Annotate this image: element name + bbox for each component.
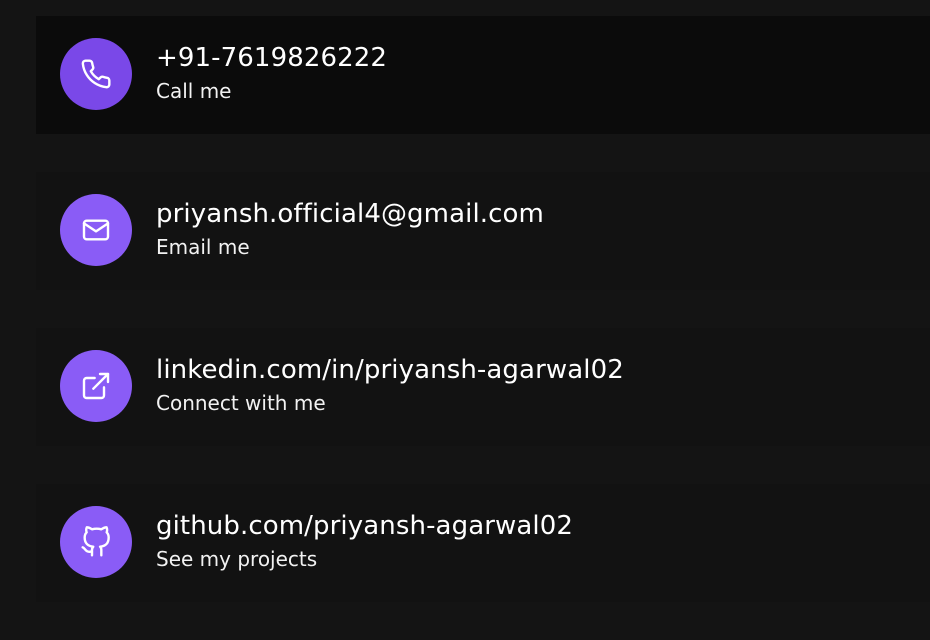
external-link-icon	[82, 372, 110, 400]
mail-icon-circle	[60, 194, 132, 266]
mail-icon	[82, 219, 110, 241]
contact-text: github.com/priyansh-agarwal02 See my pro…	[156, 509, 930, 573]
contact-item-linkedin[interactable]: linkedin.com/in/priyansh-agarwal02 Conne…	[36, 328, 930, 446]
github-icon	[81, 526, 110, 557]
contact-item-github[interactable]: github.com/priyansh-agarwal02 See my pro…	[36, 484, 930, 602]
phone-icon	[81, 59, 111, 89]
email-caption: Email me	[156, 235, 250, 259]
external-link-icon-circle	[60, 350, 132, 422]
linkedin-caption: Connect with me	[156, 391, 326, 415]
contact-text: +91-7619826222 Call me	[156, 41, 930, 105]
phone-caption: Call me	[156, 79, 232, 103]
github-caption: See my projects	[156, 547, 318, 571]
contact-text: linkedin.com/in/priyansh-agarwal02 Conne…	[156, 353, 930, 417]
github-url[interactable]: github.com/priyansh-agarwal02	[156, 509, 930, 543]
contact-item-phone[interactable]: +91-7619826222 Call me	[36, 16, 930, 134]
contact-item-email[interactable]: priyansh.official4@gmail.com Email me	[36, 172, 930, 290]
linkedin-url[interactable]: linkedin.com/in/priyansh-agarwal02	[156, 353, 930, 387]
contact-text: priyansh.official4@gmail.com Email me	[156, 197, 930, 261]
contact-list: +91-7619826222 Call me priyansh.official…	[36, 16, 930, 640]
phone-number[interactable]: +91-7619826222	[156, 41, 930, 75]
github-icon-circle	[60, 506, 132, 578]
email-address[interactable]: priyansh.official4@gmail.com	[156, 197, 930, 231]
phone-icon-circle	[60, 38, 132, 110]
